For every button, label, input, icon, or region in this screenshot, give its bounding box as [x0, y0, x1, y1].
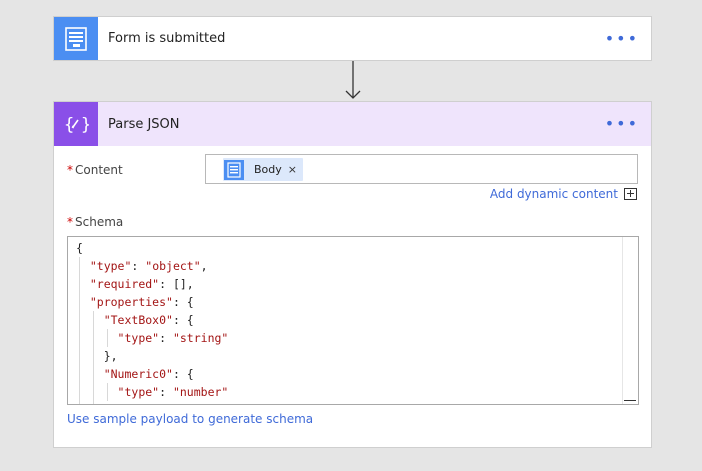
trigger-header[interactable]: Form is submitted •••: [54, 17, 651, 60]
svg-text:}: }: [81, 115, 89, 135]
schema-code-line: },: [76, 349, 118, 363]
schema-label: * Schema: [67, 215, 123, 229]
schema-code: { "type": "object", "required": [], "pro…: [76, 239, 229, 404]
svg-text:{: {: [64, 115, 74, 135]
flow-arrow-icon: [345, 61, 361, 99]
content-label: * Content: [67, 163, 123, 177]
schema-editor[interactable]: { "type": "object", "required": [], "pro…: [67, 236, 639, 405]
form-icon: [54, 17, 98, 60]
schema-scrollbar[interactable]: [622, 237, 638, 404]
sample-payload-link[interactable]: Use sample payload to generate schema: [67, 412, 313, 426]
parse-json-card: { } Parse JSON ••• *Content Body ×: [53, 101, 652, 448]
schema-code-line: }: [76, 401, 228, 404]
add-dynamic-content-label: Add dynamic content: [489, 187, 618, 201]
body-token[interactable]: Body ×: [223, 158, 303, 181]
trigger-card[interactable]: Form is submitted •••: [53, 16, 652, 61]
parse-json-icon: { }: [54, 102, 98, 146]
scrollbar-thumb[interactable]: [624, 400, 636, 401]
schema-code-line: "required": [],: [89, 277, 194, 291]
token-label: Body: [254, 163, 282, 176]
schema-code-line: "TextBox0": {: [103, 313, 194, 327]
schema-code-line: "properties": {: [89, 295, 194, 309]
schema-code-line: "type": "object",: [89, 259, 208, 273]
parse-json-more-button[interactable]: •••: [605, 116, 639, 132]
token-remove-button[interactable]: ×: [288, 163, 297, 176]
trigger-title: Form is submitted: [108, 31, 226, 46]
plus-icon: [624, 188, 637, 200]
schema-code-line: "type": "number": [117, 385, 229, 399]
content-input[interactable]: Body ×: [205, 154, 638, 184]
trigger-more-button[interactable]: •••: [605, 30, 639, 47]
schema-label-text: Schema: [75, 215, 124, 229]
add-dynamic-content-link[interactable]: Add dynamic content: [490, 187, 637, 201]
required-mark: *: [67, 215, 73, 229]
form-icon: [224, 159, 244, 180]
content-label-text: Content: [75, 163, 123, 177]
schema-code-line: "Numeric0": {: [103, 367, 194, 381]
required-mark: *: [67, 163, 73, 177]
parse-json-title: Parse JSON: [108, 116, 180, 132]
schema-code-line: {: [76, 241, 83, 255]
parse-json-header[interactable]: { } Parse JSON •••: [54, 102, 651, 146]
schema-code-line: "type": "string": [117, 331, 229, 345]
